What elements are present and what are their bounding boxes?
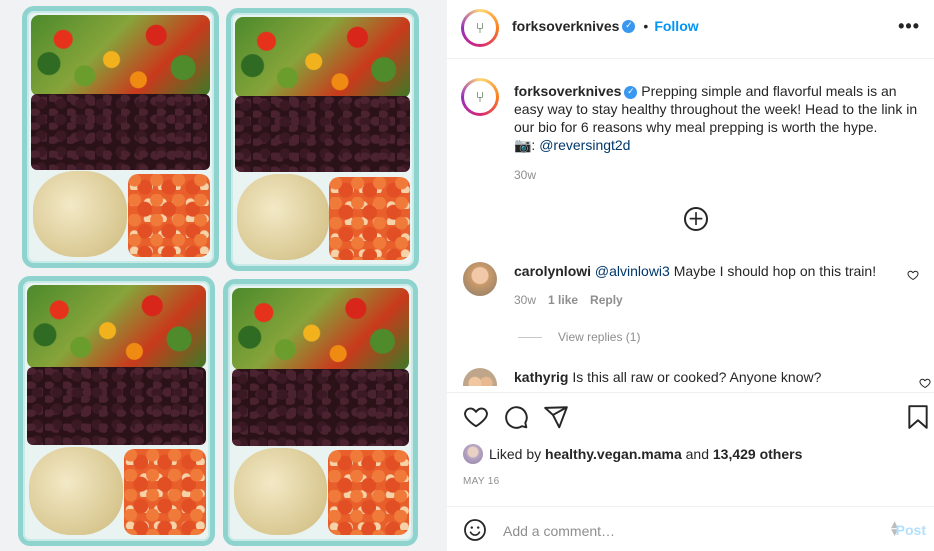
salsa bbox=[327, 450, 409, 535]
comment-body: Maybe I should hop on this train! bbox=[673, 263, 877, 279]
black-beans bbox=[232, 368, 409, 446]
photo-credit-link[interactable]: @reversingt2d bbox=[539, 137, 630, 153]
author-avatar[interactable]: ⑂ bbox=[461, 9, 499, 47]
caption-timestamp[interactable]: 30w bbox=[514, 168, 536, 182]
comment-box: ▲▼ Post bbox=[447, 510, 934, 551]
meal-container bbox=[22, 6, 219, 268]
action-bar bbox=[447, 396, 934, 438]
more-options-icon[interactable]: ••• bbox=[898, 16, 920, 37]
commenter-avatar[interactable] bbox=[463, 262, 497, 296]
meal-container bbox=[223, 279, 418, 546]
liker-avatar[interactable] bbox=[463, 444, 483, 464]
heart-icon[interactable] bbox=[463, 404, 489, 433]
liked-by-prefix: Liked by bbox=[489, 446, 542, 462]
meal-container bbox=[18, 276, 215, 546]
rice bbox=[29, 446, 123, 535]
liker-username[interactable]: healthy.vegan.mama bbox=[545, 446, 682, 462]
bookmark-icon[interactable] bbox=[907, 404, 929, 433]
comment-meta: 30w 1 like Reply bbox=[514, 293, 623, 307]
camera-icon: 📷: bbox=[514, 137, 536, 153]
post-date[interactable]: MAY 16 bbox=[463, 476, 499, 487]
comment-timestamp[interactable]: 30w bbox=[514, 293, 536, 307]
salsa bbox=[329, 176, 410, 260]
meal-container bbox=[226, 8, 419, 271]
fork-logo-icon: ⑂ bbox=[464, 12, 496, 44]
post-caption: forksoverknives ✓ Prepping simple and fla… bbox=[514, 82, 924, 154]
comment-author[interactable]: carolynlowi bbox=[514, 263, 591, 279]
comment-body: Is this all raw or cooked? Anyone know? bbox=[572, 369, 822, 385]
header-divider bbox=[447, 58, 934, 59]
post-photo[interactable] bbox=[0, 0, 447, 551]
comment-icon[interactable] bbox=[503, 404, 529, 433]
salsa bbox=[127, 173, 210, 257]
verified-badge-icon: ✓ bbox=[624, 85, 638, 99]
comment-item: kathyrig Is this all raw or cooked? Anyo… bbox=[463, 368, 923, 386]
view-replies-label: View replies (1) bbox=[558, 330, 641, 344]
comment-like-count[interactable]: 1 like bbox=[548, 293, 578, 307]
actions-divider bbox=[447, 392, 934, 393]
liked-by-row: Liked by healthy.vegan.mama and 13,429 o… bbox=[463, 444, 802, 464]
liked-by-joiner: and bbox=[685, 446, 709, 462]
comment-author[interactable]: kathyrig bbox=[514, 369, 568, 385]
comment-mention[interactable]: @alvinlowi3 bbox=[595, 263, 670, 279]
comment-box-divider bbox=[447, 506, 934, 507]
likes-count-link[interactable]: 13,429 others bbox=[713, 446, 803, 462]
comment-heart-icon[interactable] bbox=[907, 268, 919, 284]
salsa bbox=[123, 449, 206, 535]
caption-author-avatar[interactable]: ⑂ bbox=[461, 78, 499, 116]
replies-line bbox=[518, 336, 542, 338]
fork-logo-icon: ⑂ bbox=[464, 81, 496, 113]
vegetables bbox=[235, 17, 410, 98]
caption-author[interactable]: forksoverknives bbox=[514, 83, 621, 99]
view-replies-toggle[interactable]: View replies (1) bbox=[518, 330, 640, 344]
post-header: ⑂ forksoverknives ✓ • Follow ••• bbox=[447, 0, 934, 58]
black-beans bbox=[31, 94, 210, 170]
black-beans bbox=[235, 96, 410, 173]
rice bbox=[237, 173, 329, 260]
rice bbox=[234, 447, 327, 535]
emoji-icon[interactable] bbox=[463, 518, 487, 545]
comment-heart-icon[interactable] bbox=[919, 376, 931, 392]
comment-input[interactable] bbox=[503, 520, 873, 542]
comment-text: kathyrig Is this all raw or cooked? Anyo… bbox=[514, 368, 894, 386]
rice bbox=[33, 171, 127, 257]
vegetables bbox=[27, 285, 206, 369]
add-circle-icon[interactable]: + bbox=[684, 207, 708, 231]
commenter-avatar[interactable] bbox=[463, 368, 497, 386]
vegetables bbox=[232, 288, 409, 371]
post-panel: ⑂ forksoverknives ✓ • Follow ••• ⑂ forks… bbox=[447, 0, 934, 551]
follow-button[interactable]: Follow bbox=[654, 18, 698, 34]
verified-badge-icon: ✓ bbox=[622, 19, 636, 33]
black-beans bbox=[27, 366, 206, 445]
comment-item: carolynlowi @alvinlowi3 Maybe I should h… bbox=[463, 262, 923, 322]
author-username[interactable]: forksoverknives bbox=[512, 18, 619, 34]
post-button[interactable]: Post bbox=[896, 522, 926, 538]
reply-button[interactable]: Reply bbox=[590, 293, 623, 307]
comment-text: carolynlowi @alvinlowi3 Maybe I should h… bbox=[514, 262, 894, 280]
share-icon[interactable] bbox=[543, 404, 569, 433]
separator-dot: • bbox=[643, 18, 649, 34]
header-name-row: forksoverknives ✓ • Follow bbox=[512, 18, 699, 34]
vegetables bbox=[31, 15, 210, 96]
